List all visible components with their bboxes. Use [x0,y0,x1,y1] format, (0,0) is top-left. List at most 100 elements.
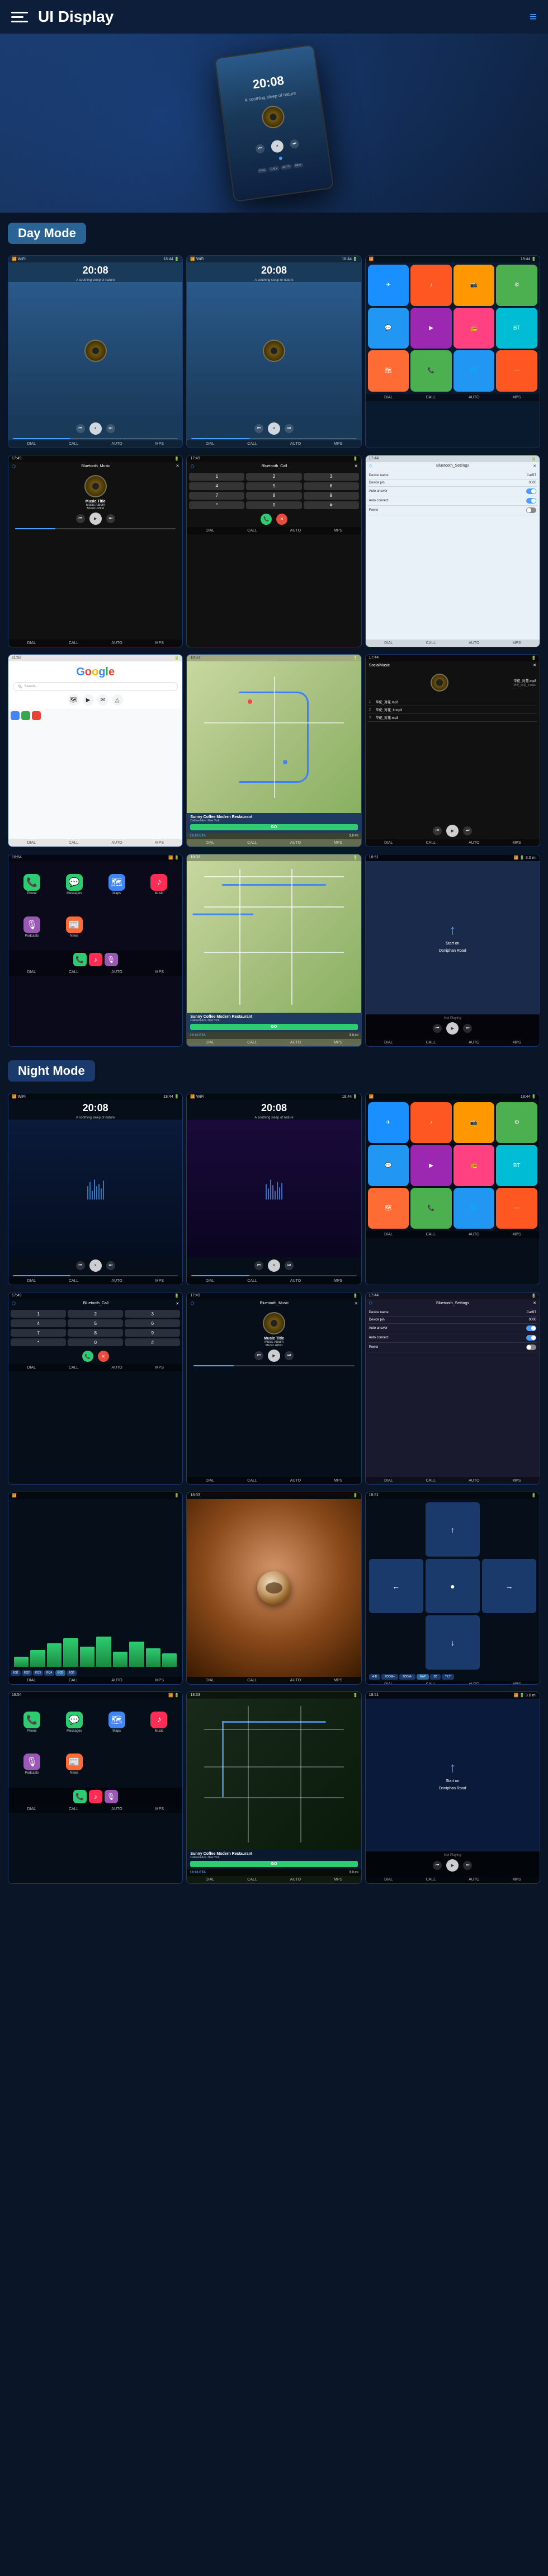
nav-mps-d3[interactable]: MPS [512,396,521,399]
next-btn-n2[interactable]: ⏭ [285,1261,294,1270]
key-star[interactable]: * [189,501,244,509]
cp-news-app[interactable]: 📰 News [54,907,95,947]
nmap-mps[interactable]: MPS [334,1878,342,1882]
arrow-down-btn[interactable]: ↓ [426,1615,480,1670]
ncp-news-app[interactable]: 📰 News [54,1745,95,1785]
night-app-photos[interactable]: 📷 [453,1102,495,1144]
song-item-2[interactable]: 2 华佗_对花_II.mp3 [368,706,537,714]
nav-ctrl-5[interactable]: 3D [430,1674,440,1680]
cp-music-app[interactable]: ♪ Music [139,864,179,905]
nbt-call-close[interactable]: ✕ [176,1301,179,1306]
play-btn-n2[interactable]: ⏸ [268,1259,280,1272]
google-maps-btn[interactable]: 🗺 [68,694,79,706]
cp-dock-music[interactable]: ♪ [89,953,102,966]
n3-auto[interactable]: AUTO [469,1233,479,1237]
n2-auto[interactable]: AUTO [290,1279,301,1283]
eq-auto[interactable]: AUTO [111,1679,122,1682]
bt3-dial[interactable]: DIAL [384,641,393,645]
key-3[interactable]: 3 [304,473,359,481]
google-mps[interactable]: MPS [155,841,164,845]
social-auto[interactable]: AUTO [469,841,479,845]
nnav-auto[interactable]: AUTO [469,1878,479,1882]
nav-call-d1[interactable]: CALL [69,442,79,446]
cpnav-call[interactable]: CALL [426,1041,436,1045]
app-music[interactable]: ♪ [410,265,452,306]
map-dial[interactable]: DIAL [206,841,215,845]
nmap-go-btn[interactable]: GO [190,1861,357,1867]
social-next[interactable]: ⏭ [463,826,472,835]
ncp-dial[interactable]: DIAL [27,1807,36,1811]
night-app-music[interactable]: ♪ [410,1102,452,1144]
google-dial[interactable]: DIAL [27,841,36,845]
map-auto[interactable]: AUTO [290,841,301,845]
bt1-dial[interactable]: DIAL [27,641,36,645]
nav-ctrl-2[interactable]: ZOOM+ [381,1674,398,1680]
navigation-icon[interactable]: ≡ [530,10,537,24]
app-radio[interactable]: 📻 [453,308,495,349]
cpnav-mps[interactable]: MPS [512,1041,521,1045]
np-prev[interactable]: ⏮ [433,1024,442,1033]
nav-dial-d2[interactable]: DIAL [206,442,215,446]
prev-btn-n1[interactable]: ⏮ [76,1261,85,1270]
cp-call[interactable]: CALL [69,970,79,974]
food-dial[interactable]: DIAL [206,1679,215,1682]
nkey-8[interactable]: 8 [68,1329,123,1337]
nbt2-call[interactable]: CALL [247,1479,257,1483]
bt3-auto[interactable]: AUTO [469,641,479,645]
ncp-mps[interactable]: MPS [155,1807,164,1811]
eq-btn-6[interactable]: EQ6 [67,1670,77,1676]
nkey-9[interactable]: 9 [125,1329,180,1337]
ncp-auto[interactable]: AUTO [111,1807,122,1811]
google-call[interactable]: CALL [69,841,79,845]
bt-settings-close[interactable]: ✕ [533,464,536,468]
app-browser[interactable]: 🌐 [453,350,495,392]
bt2-mps[interactable]: MPS [334,529,342,533]
nav-auto-d3[interactable]: AUTO [469,396,479,399]
cp-auto[interactable]: AUTO [111,970,122,974]
nbt-call-end[interactable]: ✕ [98,1351,109,1362]
nmap-auto[interactable]: AUTO [290,1878,301,1882]
nav-mps-d1[interactable]: MPS [155,442,164,446]
song-item-1[interactable]: 1 华佗_对花.mp3 [368,698,537,706]
nbt-auto-answer-toggle[interactable] [526,1325,536,1331]
ncp-maps-app[interactable]: 🗺 Maps [97,1702,137,1742]
social-dial[interactable]: DIAL [384,841,393,845]
play-btn-n1[interactable]: ⏸ [89,1259,102,1272]
nav-ctrl-6[interactable]: TILT [442,1674,454,1680]
cpmap-mps[interactable]: MPS [334,1041,342,1045]
nav-auto-d2[interactable]: AUTO [290,442,301,446]
social-close[interactable]: ✕ [533,663,536,667]
eq-btn-4[interactable]: EQ4 [44,1670,54,1676]
bt-music-close[interactable]: ✕ [176,464,179,468]
eq-btn-5[interactable]: EQ5 [55,1670,65,1676]
night-app-more[interactable]: ⋯ [496,1188,537,1229]
n3-dial[interactable]: DIAL [384,1233,393,1237]
eq-btn-3[interactable]: EQ3 [33,1670,43,1676]
next-btn-n1[interactable]: ⏭ [106,1261,115,1270]
nbt2-mps[interactable]: MPS [334,1479,342,1483]
bt3-mps[interactable]: MPS [512,641,521,645]
n1-call[interactable]: CALL [69,1279,79,1283]
call-answer-btn[interactable]: 📞 [261,514,272,525]
key-7[interactable]: 7 [189,492,244,500]
nav-dial-d3[interactable]: DIAL [384,396,393,399]
arrow-left-btn[interactable]: ← [369,1559,423,1613]
cpnav-dial[interactable]: DIAL [384,1041,393,1045]
prev-btn-n2[interactable]: ⏮ [254,1261,263,1270]
social-play[interactable]: ▶ [446,825,459,837]
n1-auto[interactable]: AUTO [111,1279,122,1283]
nbt2-auto[interactable]: AUTO [290,1479,301,1483]
nkey-hash[interactable]: # [125,1338,180,1346]
google-youtube-btn[interactable]: ▶ [83,694,94,706]
prev-btn-d2[interactable]: ⏮ [254,424,263,433]
bt1-call[interactable]: CALL [69,641,79,645]
n1-mps[interactable]: MPS [155,1279,164,1283]
food-mps[interactable]: MPS [334,1679,342,1682]
ncp-podcast-app[interactable]: 🎙 Podcasts [12,1745,52,1785]
google-search-bar[interactable]: 🔍 Search... [13,682,178,691]
prev-btn-d1[interactable]: ⏮ [76,424,85,433]
app-telegram[interactable]: ✈ [368,265,409,306]
bt3-call[interactable]: CALL [426,641,436,645]
night-app-radio[interactable]: 📻 [453,1145,495,1186]
eq-dial[interactable]: DIAL [27,1679,36,1682]
